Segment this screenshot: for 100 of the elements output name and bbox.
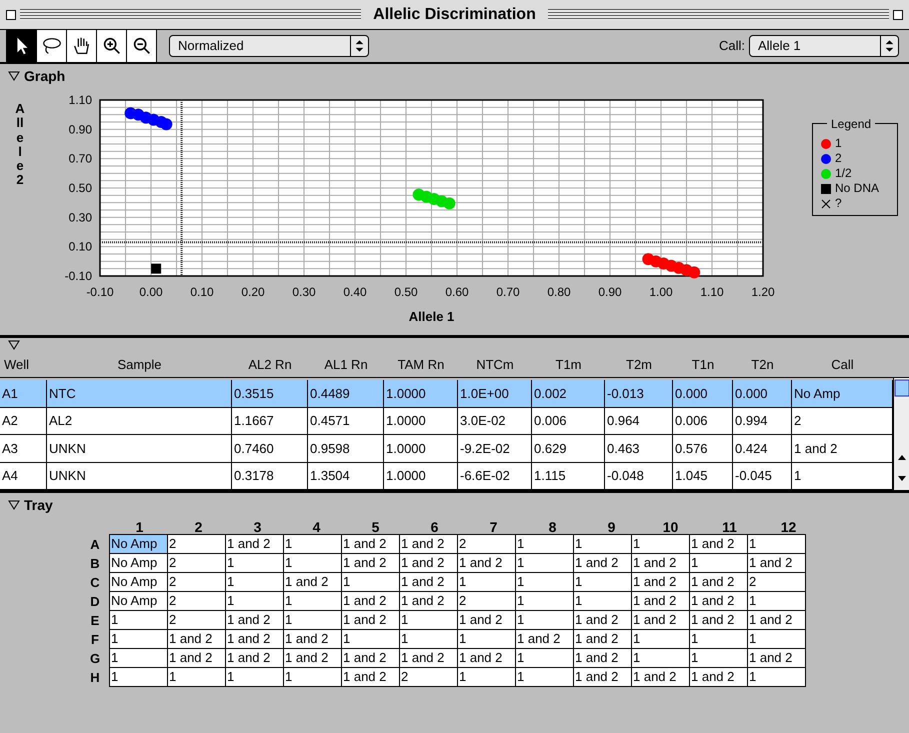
well-cell[interactable]: 1 and 2 [399, 648, 458, 668]
well-cell[interactable]: 1 [109, 610, 168, 630]
well-cell[interactable]: 1 and 2 [341, 591, 400, 611]
tool-button[interactable] [6, 30, 36, 62]
well-cell[interactable]: 2 [167, 572, 226, 592]
threshold-line[interactable] [180, 100, 183, 276]
well-cell[interactable]: 1 [225, 591, 284, 611]
well-cell[interactable]: 1 [399, 629, 458, 649]
scrollbar[interactable] [893, 378, 909, 490]
well-cell[interactable]: 1 [515, 591, 574, 611]
well-cell[interactable]: 1 and 2 [573, 648, 632, 668]
well-cell[interactable]: 1 [747, 667, 806, 687]
well-cell[interactable]: 1 [573, 534, 632, 554]
threshold-line[interactable] [100, 241, 763, 244]
well-cell[interactable]: 1 [225, 572, 284, 592]
well-cell[interactable]: 1 and 2 [573, 629, 632, 649]
tool-button[interactable] [126, 30, 156, 62]
well-cell[interactable]: 1 and 2 [573, 667, 632, 687]
well-cell[interactable]: 1 [457, 629, 516, 649]
well-cell[interactable]: No Amp [109, 572, 168, 592]
well-cell[interactable]: 1 [747, 629, 806, 649]
well-cell[interactable]: 1 [341, 572, 400, 592]
well-cell[interactable]: 1 [515, 667, 574, 687]
well-cell[interactable]: 1 [399, 610, 458, 630]
well-cell[interactable]: 1 [515, 610, 574, 630]
column-header[interactable]: TAM Rn [384, 354, 458, 374]
table-row[interactable]: A4 UNKN 0.3178 1.3504 1.0000 -6.6E-02 1.115 -0.048 1.045 -0.045 1 [0, 462, 893, 490]
well-cell[interactable]: 1 and 2 [283, 629, 342, 649]
well-cell[interactable]: 1 and 2 [631, 667, 690, 687]
close-box-icon[interactable] [6, 10, 16, 20]
zoom-box-icon[interactable] [893, 10, 903, 20]
well-cell[interactable]: 1 and 2 [689, 572, 748, 592]
well-cell[interactable]: No Amp [109, 553, 168, 573]
well-cell[interactable]: 1 [747, 591, 806, 611]
well-cell[interactable]: 1 [225, 667, 284, 687]
well-cell[interactable]: 1 [109, 667, 168, 687]
well-cell[interactable]: 2 [747, 572, 806, 592]
well-cell[interactable]: 1 [689, 553, 748, 573]
well-cell[interactable]: 2 [457, 591, 516, 611]
well-cell[interactable]: 1 [341, 629, 400, 649]
well-cell[interactable]: 1 [689, 629, 748, 649]
well-cell[interactable]: 1 and 2 [225, 610, 284, 630]
well-cell[interactable]: 1 [689, 648, 748, 668]
well-cell[interactable]: 1 [515, 572, 574, 592]
column-header[interactable]: Sample [47, 354, 232, 374]
well-cell[interactable]: 1 and 2 [573, 610, 632, 630]
well-cell[interactable]: 1 and 2 [341, 667, 400, 687]
well-cell[interactable]: 1 and 2 [515, 629, 574, 649]
well-cell[interactable]: 1 and 2 [341, 610, 400, 630]
view-dropdown[interactable]: Normalized [169, 35, 369, 57]
well-cell[interactable]: 1 and 2 [689, 610, 748, 630]
column-header[interactable]: T2m [605, 354, 673, 374]
well-cell[interactable]: 1 and 2 [167, 629, 226, 649]
well-cell[interactable]: 1 and 2 [457, 610, 516, 630]
well-cell[interactable]: 1 [283, 553, 342, 573]
well-cell[interactable]: 1 and 2 [283, 648, 342, 668]
well-cell[interactable]: 2 [167, 610, 226, 630]
well-cell[interactable]: 1 and 2 [689, 534, 748, 554]
well-cell[interactable]: 1 [631, 648, 690, 668]
well-cell[interactable]: 1 and 2 [399, 534, 458, 554]
well-cell[interactable]: 1 and 2 [341, 534, 400, 554]
well-cell[interactable]: 1 [109, 629, 168, 649]
well-cell[interactable]: 1 [515, 553, 574, 573]
disclosure-triangle-icon[interactable] [8, 71, 20, 81]
well-cell[interactable]: 1 [631, 629, 690, 649]
disclosure-triangle-icon[interactable] [8, 500, 20, 510]
well-cell[interactable]: 1 [283, 591, 342, 611]
well-cell[interactable]: 1 [631, 534, 690, 554]
well-cell[interactable]: 1 and 2 [689, 591, 748, 611]
tool-button[interactable] [66, 30, 96, 62]
well-cell[interactable]: 1 and 2 [631, 591, 690, 611]
well-cell[interactable]: 1 and 2 [631, 572, 690, 592]
well-cell[interactable]: 1 and 2 [747, 610, 806, 630]
well-cell[interactable]: 1 and 2 [225, 629, 284, 649]
well-cell[interactable]: 1 and 2 [225, 648, 284, 668]
table-row[interactable]: A3 UNKN 0.7460 0.9598 1.0000 -9.2E-02 0.629 0.463 0.576 0.424 1 and 2 [0, 435, 893, 462]
well-cell[interactable]: 1 [515, 648, 574, 668]
well-cell[interactable]: 1 [457, 667, 516, 687]
well-cell[interactable]: 2 [399, 667, 458, 687]
well-cell[interactable]: 1 and 2 [341, 648, 400, 668]
well-cell[interactable]: No Amp [109, 591, 168, 611]
column-header[interactable]: T1n [673, 354, 733, 374]
well-cell[interactable]: 1 and 2 [167, 648, 226, 668]
well-cell[interactable]: 1 and 2 [399, 591, 458, 611]
well-cell[interactable]: 1 [457, 572, 516, 592]
well-cell[interactable]: 1 and 2 [457, 553, 516, 573]
well-cell[interactable]: 1 and 2 [399, 572, 458, 592]
well-cell[interactable]: 1 and 2 [747, 553, 806, 573]
well-cell[interactable]: 1 and 2 [573, 553, 632, 573]
well-cell[interactable]: 1 [167, 667, 226, 687]
table-row[interactable]: A2 AL2 1.1667 0.4571 1.0000 3.0E-02 0.006 0.964 0.006 0.994 2 [0, 408, 893, 435]
column-header[interactable]: Well [0, 354, 47, 374]
well-cell[interactable]: 1 and 2 [283, 572, 342, 592]
well-cell[interactable]: 2 [167, 591, 226, 611]
well-cell[interactable]: 1 [573, 591, 632, 611]
tool-button[interactable] [96, 30, 126, 62]
well-cell[interactable]: 1 [573, 572, 632, 592]
column-header[interactable]: T1m [532, 354, 605, 374]
well-cell[interactable]: 1 [283, 610, 342, 630]
column-header[interactable]: AL1 Rn [308, 354, 384, 374]
